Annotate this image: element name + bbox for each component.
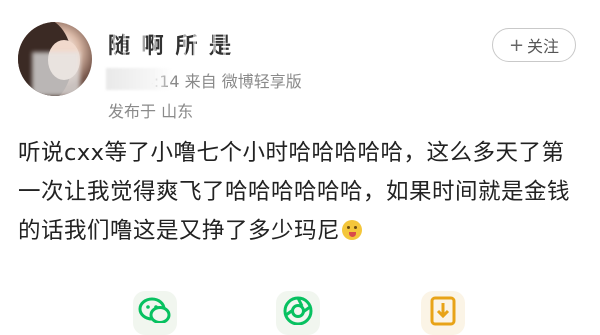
avatar[interactable]	[18, 22, 92, 96]
post-content: 听说cxx等了小噜七个小时哈哈哈哈哈，这么多天了第一次让我觉得爽飞了哈哈哈哈哈哈…	[18, 134, 584, 251]
share-action-bar	[0, 285, 600, 335]
share-wechat-button[interactable]	[133, 291, 177, 335]
save-image-icon	[430, 296, 456, 326]
tongue-out-emoji-icon	[342, 220, 363, 240]
plus-icon: +	[508, 34, 525, 56]
weibo-post-card: 随 啊 所 是 + 关注 12 14:14 来自 微博轻享版 发布于 山东 听说…	[0, 0, 600, 335]
post-location: 发布于 山东	[108, 102, 194, 121]
follow-label: 关注	[527, 37, 560, 56]
post-text: 听说cxx等了小噜七个小时哈哈哈哈哈，这么多天了第一次让我觉得爽飞了哈哈哈哈哈哈…	[18, 140, 571, 244]
date-redaction	[106, 68, 172, 90]
moments-icon	[283, 296, 313, 325]
save-image-button[interactable]	[421, 291, 465, 335]
username[interactable]: 随 啊 所 是	[108, 28, 233, 60]
wechat-icon	[138, 297, 171, 323]
follow-button[interactable]: + 关注	[492, 28, 576, 62]
avatar-redaction	[32, 52, 80, 96]
share-moments-button[interactable]	[276, 291, 320, 335]
